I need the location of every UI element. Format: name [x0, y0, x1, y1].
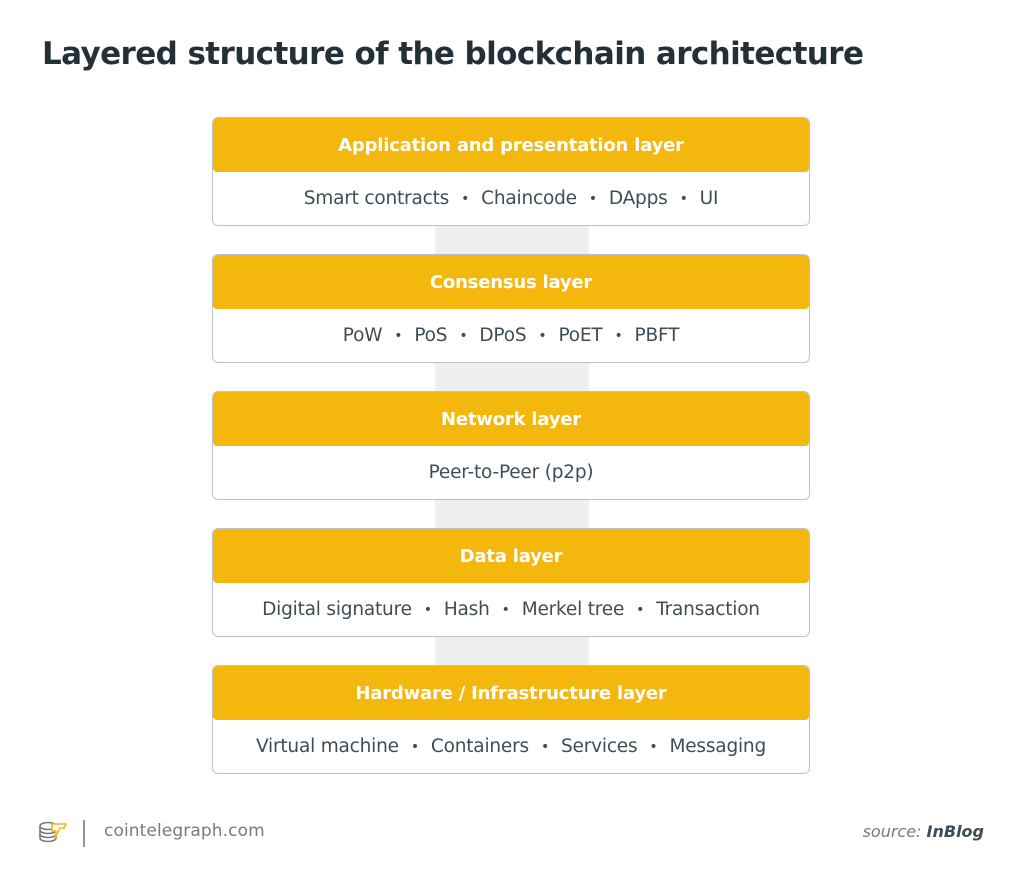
bullet-separator: •	[614, 327, 623, 344]
layer-box: Hardware / Infrastructure layer Virtual m…	[212, 665, 810, 774]
bullet-separator: •	[636, 601, 645, 618]
footer-site-name: cointelegraph.com	[104, 821, 265, 841]
layer-item: Messaging	[669, 736, 766, 757]
layer-items: PoW • PoS • DPoS • PoET • PBFT	[213, 309, 809, 362]
layer-item: Virtual machine	[255, 736, 399, 757]
layer-item: PoW	[342, 325, 383, 346]
layer-box: Data layer Digital signature • Hash • Merkel …	[212, 528, 810, 637]
cointelegraph-logo-icon	[39, 821, 67, 843]
layer-item: Containers	[430, 736, 529, 757]
layer-item: Smart contracts	[303, 188, 450, 209]
layer-box: Application and presentation layer Smart …	[212, 117, 810, 226]
layer-items: Digital signature • Hash • Merkel tree • Trans…	[213, 583, 809, 636]
layer-item: Hash	[443, 599, 490, 620]
layer-item: Services	[561, 736, 638, 757]
layer-items: Smart contracts • Chaincode • DApps • UI	[213, 172, 809, 225]
layer-item: Digital signature	[262, 599, 412, 620]
layer-item: UI	[699, 188, 719, 209]
page-title: Layered structure of the blockchain arch…	[42, 36, 864, 72]
layer-box: Network layer Peer-to-Peer (p2p)	[212, 391, 810, 500]
footer-divider	[83, 820, 85, 847]
layer-header: Application and presentation layer	[213, 118, 809, 172]
bullet-separator: •	[588, 190, 597, 207]
source-name: InBlog	[926, 822, 984, 841]
bullet-separator: •	[410, 738, 419, 755]
footer-source: source: InBlog	[863, 822, 984, 841]
layer-item: DPoS	[479, 325, 527, 346]
layer-items: Virtual machine • Containers • Services • Mess…	[213, 720, 809, 773]
bullet-separator: •	[423, 601, 432, 618]
bullet-separator: •	[461, 190, 470, 207]
bullet-separator: •	[394, 327, 403, 344]
layer-item: DApps	[608, 188, 668, 209]
bullet-separator: •	[649, 738, 658, 755]
bullet-separator: •	[459, 327, 468, 344]
bullet-separator: •	[679, 190, 688, 207]
bullet-separator: •	[538, 327, 547, 344]
layer-box: Consensus layer PoW • PoS • DPoS • PoET • PBFT	[212, 254, 810, 363]
layer-header: Consensus layer	[213, 255, 809, 309]
layer-item: PBFT	[634, 325, 680, 346]
layer-item: Peer-to-Peer (p2p)	[428, 462, 594, 483]
layer-item: Chaincode	[481, 188, 577, 209]
layer-item: Transaction	[656, 599, 760, 620]
layer-item: PoET	[558, 325, 603, 346]
source-label: source:	[862, 822, 922, 841]
layer-item: PoS	[414, 325, 448, 346]
layer-header: Data layer	[213, 529, 809, 583]
bullet-separator: •	[501, 601, 510, 618]
layer-header: Network layer	[213, 392, 809, 446]
bullet-separator: •	[540, 738, 549, 755]
layer-items: Peer-to-Peer (p2p)	[213, 446, 809, 499]
layer-header: Hardware / Infrastructure layer	[213, 666, 809, 720]
layer-item: Merkel tree	[521, 599, 625, 620]
